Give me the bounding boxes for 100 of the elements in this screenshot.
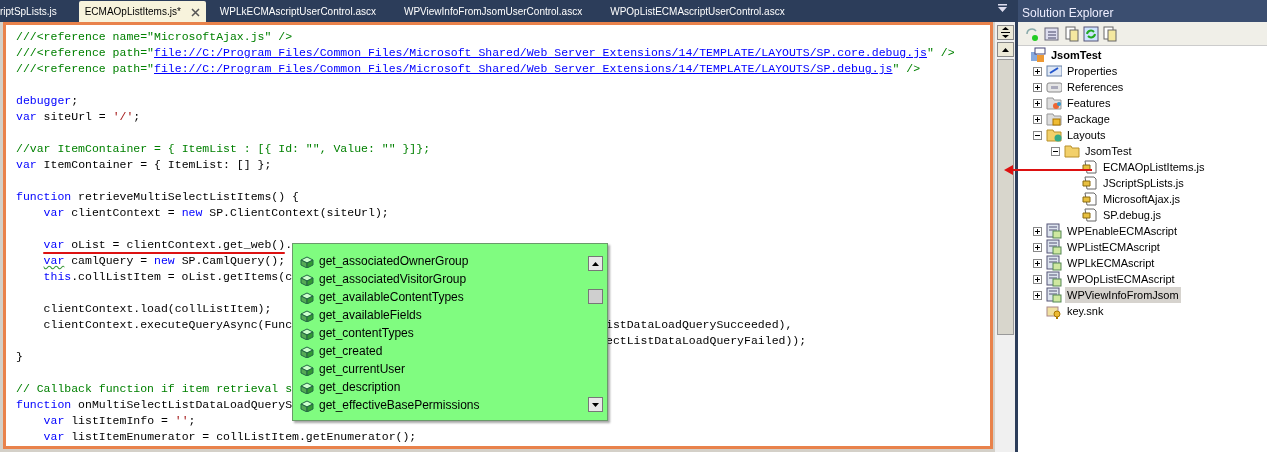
tree-item[interactable]: WPOpListECMAscript [1065,270,1177,288]
scroll-up-button[interactable] [588,256,603,271]
web-part-icon [1046,287,1062,303]
code-line: ectListDataLoadQueryFailed)); [606,334,807,347]
tree-item[interactable]: WPLkECMAscript [1065,254,1157,272]
refresh-icon[interactable] [1083,25,1099,42]
file-link[interactable]: file://C:/Program Files/Common Files/Microsoft Shared/Web Server Extensions/14/TEMPLATE/LAYOUTS/SP.debug.js [154,62,893,75]
code-line: clientContext.load(collListItem); [42,302,272,315]
tree-item[interactable]: ECMAOpListItems.js [1101,158,1207,176]
tree-item[interactable]: JsomTest [1049,46,1104,64]
code-line: clientContext.executeQueryAsync(Func [42,318,293,331]
code-editor[interactable] [3,22,993,449]
expand-icon[interactable] [1032,82,1042,92]
tree-item[interactable]: MicrosoftAjax.js [1101,190,1183,208]
completion-item[interactable]: get_created [297,342,588,360]
code-line: // Callback function if item retrieval s [16,382,293,395]
scroll-down-button[interactable] [588,397,603,412]
features-icon [1046,95,1062,111]
completion-item[interactable]: get_availableFields [297,306,588,324]
tree-item[interactable]: SP.debug.js [1101,206,1163,224]
tree-item[interactable]: key.snk [1065,302,1106,320]
tree-item[interactable]: Layouts [1065,126,1108,144]
code-line: ///<reference path="file://C:/Program Files/Common Files/Microsoft Shared/Web Server Extensions/14/TEMPLATE/LAYOUTS/SP.core.debug.js" /> [16,46,955,59]
scrollbar[interactable] [995,22,1015,452]
folder-icon [1046,127,1062,143]
expand-icon[interactable] [1032,290,1042,300]
editor-tab[interactable]: WPLkECMAscriptUserControl.ascx [205,1,390,22]
expand-icon[interactable] [1032,258,1042,268]
expand-icon[interactable] [1032,226,1042,236]
code-line: var listItemEnumerator = collListItem.getEnumerator(); [42,430,417,443]
tree-item[interactable]: Features [1065,94,1113,112]
completion-item[interactable]: get_currentUser [297,360,588,378]
code-line: function retrieveMultiSelectListItems() { [16,190,299,203]
show-files-icon[interactable] [1064,25,1080,42]
completion-item[interactable]: get_description [297,378,588,396]
code-line: ///<reference name="MicrosoftAjax.js" /> [16,30,293,43]
key-icon [1046,303,1062,319]
editor-tab[interactable]: WPViewInfoFromJsomUserControl.ascx [390,1,597,22]
method-icon [299,308,315,322]
file-link[interactable]: file://C:/Program Files/Common Files/Microsoft Shared/Web Server Extensions/14/TEMPLATE/LAYOUTS/SP.core.debug.js [154,46,927,59]
tree-item[interactable]: WPViewInfoFromJsom [1065,286,1181,304]
code-line: var siteUrl = '/'; [16,110,141,123]
code-line: } [16,350,23,363]
tree-item[interactable]: JScriptSpLists.js [1101,174,1186,192]
method-icon [299,290,315,304]
expand-icon[interactable] [1032,242,1042,252]
scroll-up-button[interactable] [996,42,1014,57]
code-line: var listItemInfo = ''; [42,414,196,427]
code-line: //var ItemContainer = { ItemList : [{ Id: "", Value: "" }]}; [16,142,431,155]
view-code-icon[interactable] [1102,25,1118,42]
tree-item[interactable]: Package [1065,110,1112,128]
up-arrow-icon [592,261,599,266]
editor-tab[interactable]: riptSpLists.js [0,1,79,22]
properties-icon[interactable] [1043,25,1061,42]
script-file-icon [1082,207,1098,223]
references-icon [1046,79,1062,95]
completion-item[interactable]: get_contentTypes [297,324,588,342]
code-line: var oList = clientContext.get_web(). [42,238,293,251]
method-icon [299,272,315,286]
expand-icon[interactable] [1032,114,1042,124]
method-icon [299,362,315,376]
code-line: var clientContext = new SP.ClientContext(siteUrl); [42,206,389,219]
method-icon [299,254,315,268]
expand-icon[interactable] [1032,66,1042,76]
split-handle[interactable] [996,25,1014,40]
code-line: debugger; [16,94,79,107]
down-arrow-icon [592,402,599,407]
web-part-icon [1046,255,1062,271]
properties-icon [1046,63,1062,79]
folder-icon [1064,143,1080,159]
panel-title: Solution Explorer [1018,0,1267,22]
collapse-icon[interactable] [1050,146,1060,156]
editor-tab[interactable]: ECMAOpListItems.js* [78,1,206,22]
code-line: var camlQuery = new SP.CamlQuery(); [42,254,286,267]
web-part-icon [1046,271,1062,287]
completion-item[interactable]: get_availableContentTypes [297,288,588,306]
tree-item[interactable]: Properties [1065,62,1120,80]
method-icon [299,398,315,412]
scroll-thumb[interactable] [996,59,1014,335]
code-line: function onMultiSelectListDataLoadQueryS [16,398,293,411]
scroll-thumb[interactable] [588,289,603,304]
tree-item[interactable]: WPEnableECMAscript [1065,222,1180,240]
method-icon [299,380,315,394]
script-file-icon [1082,159,1098,175]
completion-item[interactable]: get_associatedVisitorGroup [297,270,588,288]
web-part-icon [1046,223,1062,239]
tree-item[interactable]: References [1065,78,1126,96]
tree-item[interactable]: JsomTest [1083,142,1134,160]
editor-tab[interactable]: WPOpListECMAscriptUserControl.ascx [596,1,799,22]
code-line: istDataLoadQuerySucceeded), [606,318,793,331]
method-icon [299,326,315,340]
split-icon [1000,27,1010,38]
completion-item[interactable]: get_associatedOwnerGroup [297,252,588,270]
collapse-icon[interactable] [1032,130,1042,140]
script-file-icon [1082,175,1098,191]
code-line: ///<reference path="file://C:/Program Files/Common Files/Microsoft Shared/Web Server Extensions/14/TEMPLATE/LAYOUTS/SP.debug.js" /> [16,62,921,75]
expand-icon[interactable] [1032,274,1042,284]
completion-item[interactable]: get_effectiveBasePermissions [297,396,588,414]
tree-item[interactable]: WPListECMAscript [1065,238,1162,256]
expand-icon[interactable] [1032,98,1042,108]
